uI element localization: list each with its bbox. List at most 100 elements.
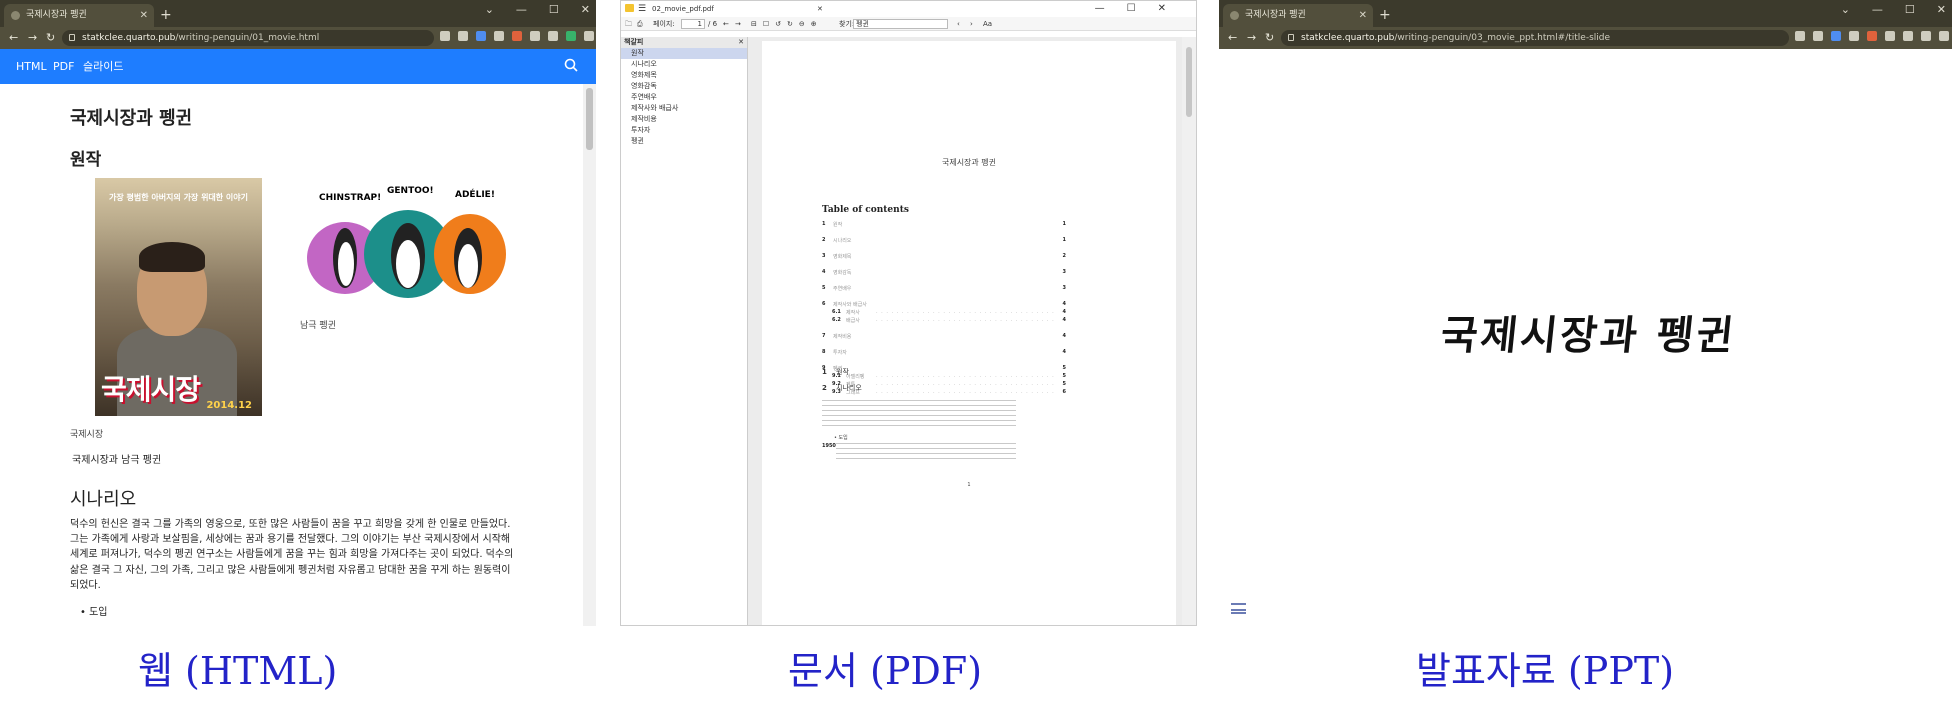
extension-icon[interactable] xyxy=(1921,31,1931,41)
star-icon[interactable] xyxy=(1813,31,1823,41)
toc-number: 8 xyxy=(822,349,826,355)
chevron-down-icon[interactable]: ⌄ xyxy=(1841,0,1850,20)
close-window-button[interactable]: ✕ xyxy=(581,0,590,20)
scenario-paragraph: 덕수의 헌신은 결국 그를 가족의 영웅으로, 또한 많은 사람들이 꿈을 꾸고… xyxy=(70,519,514,591)
extension-icon[interactable] xyxy=(1849,31,1859,41)
chevron-down-icon[interactable]: ⌄ xyxy=(485,0,494,20)
bullet-text: 도입 xyxy=(89,607,108,618)
find-prev-button[interactable]: ‹ xyxy=(957,17,960,31)
close-tab-icon[interactable]: ✕ xyxy=(1359,4,1367,27)
toc-page: 5 xyxy=(1062,373,1066,379)
extension-icons xyxy=(1795,31,1952,41)
url-host: statkclee.quarto.pub xyxy=(82,33,176,43)
bookmark-item[interactable]: 펭귄 xyxy=(621,136,747,147)
page-title: 국제시장과 펭귄 xyxy=(70,108,193,129)
slide-menu-icon[interactable] xyxy=(1231,603,1246,614)
scrollbar[interactable] xyxy=(1182,37,1196,625)
toc-leader: . . . . . . . . . . . . . . . . . . . . … xyxy=(876,309,1056,315)
menu-icon[interactable] xyxy=(584,31,594,41)
bookmark-item[interactable]: 시나리오 xyxy=(621,59,747,70)
extension-icon[interactable] xyxy=(1831,31,1841,41)
toc-number: 2 xyxy=(822,237,826,243)
puzzle-icon[interactable] xyxy=(1885,31,1895,41)
toc-title: 제작사와 배급사 xyxy=(833,302,867,308)
bookmark-item[interactable]: 원작 xyxy=(621,48,747,59)
reload-button[interactable]: ↻ xyxy=(1265,27,1274,49)
share-icon[interactable] xyxy=(440,31,450,41)
browser-tab[interactable]: 국제시장과 펭귄 ✕ xyxy=(1223,4,1373,27)
close-tab-icon[interactable]: ✕ xyxy=(140,4,148,27)
scrollbar[interactable] xyxy=(583,84,596,626)
star-icon[interactable] xyxy=(458,31,468,41)
sidebar-icon[interactable] xyxy=(1939,31,1949,41)
share-icon[interactable] xyxy=(1795,31,1805,41)
nav-html[interactable]: HTML xyxy=(16,49,47,84)
url-host: statkclee.quarto.pub xyxy=(1301,33,1395,43)
extension-icon[interactable] xyxy=(1867,31,1877,41)
minimize-button[interactable]: — xyxy=(1872,0,1883,20)
next-page-button[interactable]: → xyxy=(735,17,741,31)
sidebar-icon[interactable] xyxy=(548,31,558,41)
section-heading-original: 원작 xyxy=(70,150,102,170)
prev-page-button[interactable]: ← xyxy=(723,17,729,31)
paragraph-2-lead: 1950 xyxy=(822,443,836,449)
slide-area: 국제시장과 펭귄 xyxy=(1219,49,1952,626)
tab-title: 국제시장과 펭귄 xyxy=(1245,10,1306,20)
extension-icon[interactable] xyxy=(512,31,522,41)
file-name: 02_movie_pdf.pdf xyxy=(652,5,714,13)
html-browser-window: 국제시장과 펭귄 ✕ + ⌄ — ☐ ✕ ← → ↻ statkclee.quarto.… xyxy=(0,0,596,626)
back-button[interactable]: ← xyxy=(1228,27,1237,49)
close-icon[interactable]: ✕ xyxy=(738,37,744,48)
bookmark-sidebar: 책갈피 ✕ 원작 시나리오 영화제목 영화감독 주연배우 제작사와 배급사 제작비… xyxy=(621,37,748,625)
toc-page: 1 xyxy=(1062,221,1066,227)
toc-page: 2 xyxy=(1062,253,1066,259)
print-icon[interactable]: ⎙ xyxy=(637,17,643,31)
open-icon[interactable]: 🗀 xyxy=(625,17,632,31)
find-next-button[interactable]: › xyxy=(970,17,973,31)
find-input[interactable]: 펭귄 xyxy=(853,19,948,29)
close-tab-icon[interactable]: ✕ xyxy=(817,1,823,17)
address-bar[interactable]: statkclee.quarto.pub/writing-penguin/01_… xyxy=(62,30,434,46)
download-icon[interactable] xyxy=(1903,31,1913,41)
minimize-button[interactable]: — xyxy=(516,0,527,20)
reload-button[interactable]: ↻ xyxy=(46,27,55,49)
nav-slides[interactable]: 슬라이드 xyxy=(83,49,123,84)
toc-number: 6 xyxy=(822,301,826,307)
puzzle-icon[interactable] xyxy=(530,31,540,41)
bookmark-item[interactable]: 제작비용 xyxy=(621,114,747,125)
tab-strip: 국제시장과 펭귄 ✕ + ⌄ — ☐ ✕ xyxy=(0,0,596,27)
match-case-icon[interactable]: Aa xyxy=(983,17,992,31)
browser-toolbar: ← → ↻ statkclee.quarto.pub/writing-pengu… xyxy=(0,27,596,49)
menu-icon[interactable]: ☰ xyxy=(638,1,646,17)
scrollbar-thumb[interactable] xyxy=(1186,47,1192,117)
extension-icon[interactable] xyxy=(476,31,486,41)
bookmark-item[interactable]: 투자자 xyxy=(621,125,747,136)
bookmark-item[interactable]: 제작사와 배급사 xyxy=(621,103,747,114)
bookmark-item[interactable]: 주연배우 xyxy=(621,92,747,103)
toc-leader: . . . . . . . . . . . . . . . . . . . . … xyxy=(876,381,1056,387)
new-tab-button[interactable]: + xyxy=(1379,4,1391,27)
page-input[interactable]: 1 xyxy=(681,19,705,29)
toc-leader: . . . . . . . . . . . . . . . . . . . . … xyxy=(876,373,1056,379)
maximize-button[interactable]: ☐ xyxy=(1905,0,1915,20)
pdf-viewer-window: ☰ 02_movie_pdf.pdf ✕ —☐✕ 🗀 ⎙ 페이지: 1 / 6 … xyxy=(620,0,1197,626)
nav-pdf[interactable]: PDF xyxy=(53,49,74,84)
view-tools[interactable]: ⊟☐↺↻⊖⊕ xyxy=(751,17,823,31)
new-tab-button[interactable]: + xyxy=(160,4,172,27)
maximize-button[interactable]: ☐ xyxy=(549,0,559,20)
bookmark-item[interactable]: 영화감독 xyxy=(621,81,747,92)
close-window-button[interactable]: ✕ xyxy=(1937,0,1946,20)
bookmark-item[interactable]: 영화제목 xyxy=(621,70,747,81)
site-navbar: HTML PDF 슬라이드 xyxy=(0,49,596,84)
forward-button[interactable]: → xyxy=(1247,27,1256,49)
window-controls[interactable]: —☐✕ xyxy=(1095,1,1188,17)
back-button[interactable]: ← xyxy=(9,27,18,49)
scrollbar-thumb[interactable] xyxy=(586,88,593,150)
forward-button[interactable]: → xyxy=(28,27,37,49)
address-bar[interactable]: statkclee.quarto.pub/writing-penguin/03_… xyxy=(1281,30,1789,46)
toc-number: 1 xyxy=(822,221,826,227)
browser-tab[interactable]: 국제시장과 펭귄 ✕ xyxy=(4,4,154,27)
extension-icon[interactable] xyxy=(494,31,504,41)
avatar[interactable] xyxy=(566,31,576,41)
search-icon[interactable] xyxy=(564,58,578,72)
